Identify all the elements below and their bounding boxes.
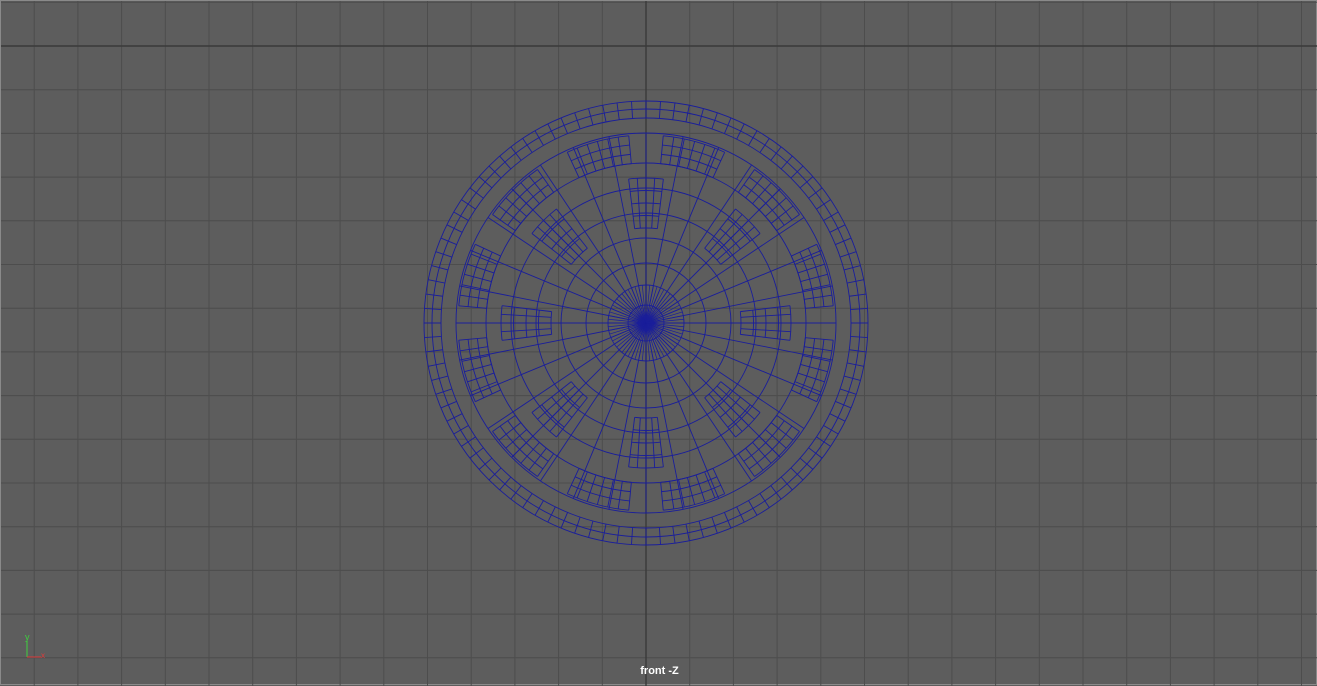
- panel-edge: [543, 220, 580, 257]
- panel-arc: [660, 163, 714, 179]
- mesh-rim-edge: [453, 425, 469, 435]
- panel-edge: [660, 135, 664, 164]
- panel-edge: [695, 474, 706, 502]
- mesh-rim-edge: [759, 138, 770, 153]
- panel-edge: [716, 385, 755, 420]
- panel-edge: [804, 346, 832, 352]
- mesh-rim-edge: [808, 447, 823, 459]
- grid: [1, 1, 1317, 686]
- axis-x-label: x: [41, 651, 45, 660]
- panel-arc: [790, 255, 806, 309]
- panel-edge: [708, 393, 743, 432]
- mesh-rim-edge: [510, 485, 522, 500]
- mesh-rim-edge: [736, 506, 745, 523]
- scene-canvas[interactable]: [1, 1, 1317, 686]
- mesh-rim-edge: [522, 138, 533, 153]
- panel-edge: [800, 273, 828, 283]
- panel-edge: [686, 141, 696, 169]
- panel-edge: [549, 393, 584, 432]
- panel-edge: [460, 294, 488, 300]
- panel-edge: [464, 363, 492, 373]
- mesh-rim-edge: [547, 506, 556, 523]
- panel-edge: [660, 482, 664, 511]
- panel-edge: [628, 482, 632, 511]
- mesh-rim-edge: [829, 413, 846, 422]
- panel-arc: [578, 467, 632, 483]
- panel-edge: [669, 481, 675, 509]
- panel-arc: [660, 467, 714, 483]
- mesh-inner-panel: [628, 416, 664, 469]
- mesh-rim-edge: [510, 146, 522, 161]
- mesh-rim-edge: [547, 123, 556, 140]
- mesh-rim-edge: [759, 493, 770, 508]
- mesh-rim-edge: [748, 500, 758, 516]
- mesh-rim-edge: [808, 187, 823, 199]
- panel-edge: [617, 481, 623, 509]
- axis-gizmo: y x: [25, 632, 45, 660]
- mesh-inner-panel: [500, 305, 553, 341]
- panel-edge: [708, 214, 743, 253]
- panel-edge: [537, 226, 576, 261]
- panel-edge: [716, 226, 755, 261]
- panel-edge: [586, 144, 597, 172]
- mesh-rim-edge: [816, 436, 831, 447]
- mesh-rim-edge: [631, 527, 634, 545]
- panel-edge: [669, 137, 675, 165]
- mesh-rim-edge: [469, 187, 484, 199]
- panel-edge: [596, 477, 606, 505]
- panel-arc: [578, 163, 632, 179]
- mesh-rim-edge: [770, 146, 782, 161]
- panel-edge: [800, 363, 828, 373]
- mesh-rim-edge: [446, 413, 463, 422]
- panel-edge: [617, 137, 623, 165]
- panel-arc: [790, 337, 806, 391]
- mesh-rim-edge: [736, 123, 745, 140]
- panel-arc: [486, 337, 502, 391]
- mesh-rim-edge: [658, 101, 661, 119]
- mesh-rim-edge: [446, 224, 463, 233]
- camera-label: front -Z: [640, 665, 679, 677]
- panel-edge: [549, 214, 584, 253]
- panel-edge: [586, 474, 597, 502]
- panel-edge: [596, 141, 606, 169]
- mesh-inner-panel: [739, 305, 792, 341]
- panel-edge: [458, 337, 487, 341]
- mesh-rim-edge: [534, 500, 544, 516]
- mesh-rim-edge: [461, 199, 476, 210]
- panel-edge: [695, 144, 706, 172]
- mesh-rim-edge: [453, 211, 469, 221]
- mesh-rim-edge: [823, 211, 839, 221]
- panel-edge: [464, 273, 492, 283]
- mesh-rim-edge: [823, 425, 839, 435]
- mesh-rim-edge: [829, 224, 846, 233]
- panel-edge: [805, 337, 834, 341]
- panel-edge: [712, 220, 749, 257]
- mesh-rim-edge: [522, 493, 533, 508]
- wireframe-disc-model[interactable]: [423, 100, 869, 546]
- panel-edge: [537, 385, 576, 420]
- panel-arc: [486, 255, 502, 309]
- mesh-rim-edge: [770, 485, 782, 500]
- panel-edge: [686, 477, 696, 505]
- panel-edge: [804, 294, 832, 300]
- mesh-rim-edge: [631, 101, 634, 119]
- panel-edge: [460, 346, 488, 352]
- mesh-rim-edge: [469, 447, 484, 459]
- viewport-front[interactable]: y x front -Z: [0, 0, 1317, 686]
- panel-edge: [628, 135, 632, 164]
- axis-y-label: y: [25, 632, 30, 642]
- mesh-rim-edge: [658, 527, 661, 545]
- mesh-rim-edge: [816, 199, 831, 210]
- mesh-rim-edge: [461, 436, 476, 447]
- mesh-inner-panel: [628, 177, 664, 230]
